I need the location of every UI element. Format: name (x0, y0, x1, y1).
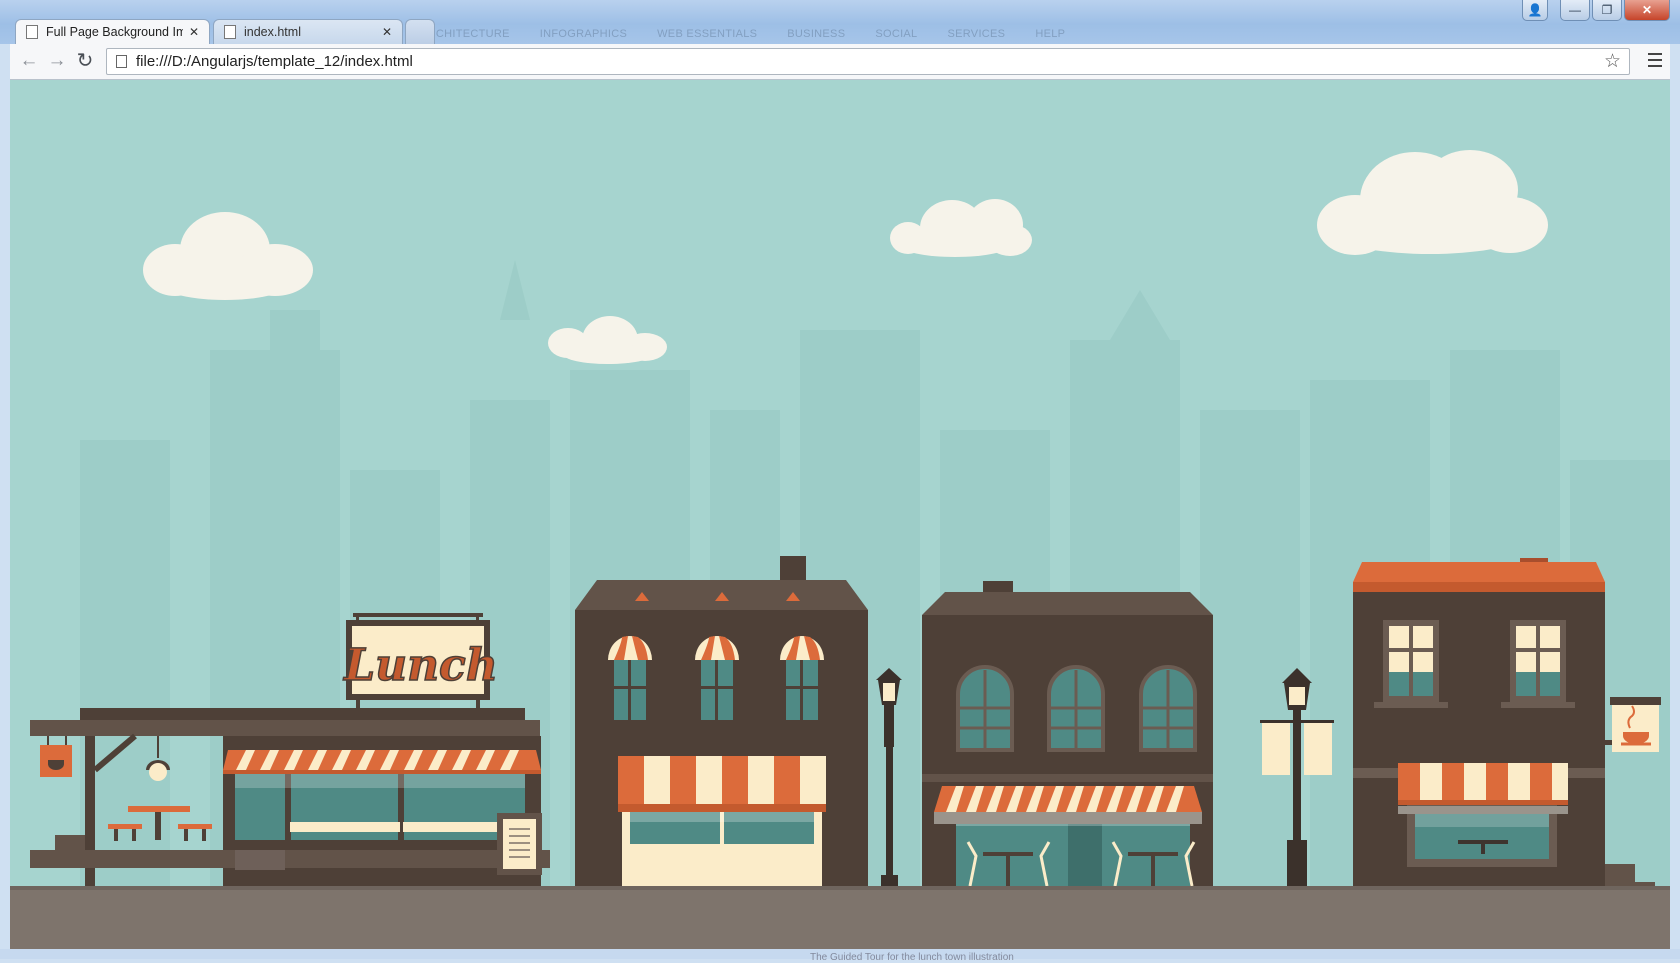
ghost-menu-item: WEB ESSENTIALS (657, 28, 758, 40)
tab-close-icon[interactable]: ✕ (382, 25, 392, 39)
ghost-menu-item: SOCIAL (875, 28, 918, 40)
tab-title: index.html (244, 25, 301, 39)
back-arrow-icon[interactable]: ← (18, 50, 40, 72)
lunch-sign-text: Lunch (342, 640, 498, 691)
building-arched-awnings (575, 556, 868, 886)
ghost-menu-item: SERVICES (947, 28, 1006, 40)
hamburger-menu-icon[interactable] (1648, 53, 1662, 71)
ghost-menu-item: HELP (1035, 28, 1066, 40)
file-icon (116, 55, 127, 68)
page-viewport: Lunch (10, 80, 1670, 949)
tab-index-html[interactable]: index.html ✕ (213, 19, 403, 44)
browser-toolbar: ← → ↻ file:///D:/Angularjs/template_12/i… (10, 44, 1670, 80)
bookmark-star-icon[interactable]: ☆ (1604, 50, 1621, 73)
forward-arrow-icon[interactable]: → (46, 50, 68, 72)
close-window-button[interactable]: ✕ (1624, 0, 1670, 21)
background-status-text: The Guided Tour for the lunch town illus… (810, 952, 1014, 963)
banner (1304, 723, 1332, 775)
tab-full-page-background[interactable]: Full Page Background Ima ✕ (15, 19, 210, 44)
tab-close-icon[interactable]: ✕ (189, 25, 199, 39)
tab-title: Full Page Background Ima (46, 25, 183, 39)
page-icon (26, 25, 38, 39)
url-text[interactable]: file:///D:/Angularjs/template_12/index.h… (136, 53, 1604, 70)
restore-button[interactable]: ❐ (1592, 0, 1622, 21)
banner (1262, 723, 1290, 775)
lamp-bulb (149, 763, 167, 781)
town-illustration: Lunch (10, 80, 1670, 949)
background-window-menu: ARCHITECTURE INFOGRAPHICS WEB ESSENTIALS… (420, 28, 1065, 40)
building-arched-windows (922, 581, 1213, 889)
reload-icon[interactable]: ↻ (74, 50, 96, 72)
minimize-button[interactable]: — (1560, 0, 1590, 21)
address-bar[interactable]: file:///D:/Angularjs/template_12/index.h… (106, 48, 1630, 75)
page-icon (224, 25, 236, 39)
user-profile-button[interactable]: 👤 (1522, 0, 1548, 21)
new-tab-button[interactable] (405, 19, 435, 44)
ghost-menu-item: BUSINESS (787, 28, 846, 40)
street (10, 886, 1670, 949)
window-controls: 👤 — ❐ ✕ (1522, 0, 1670, 21)
ghost-menu-item: INFOGRAPHICS (539, 28, 628, 40)
